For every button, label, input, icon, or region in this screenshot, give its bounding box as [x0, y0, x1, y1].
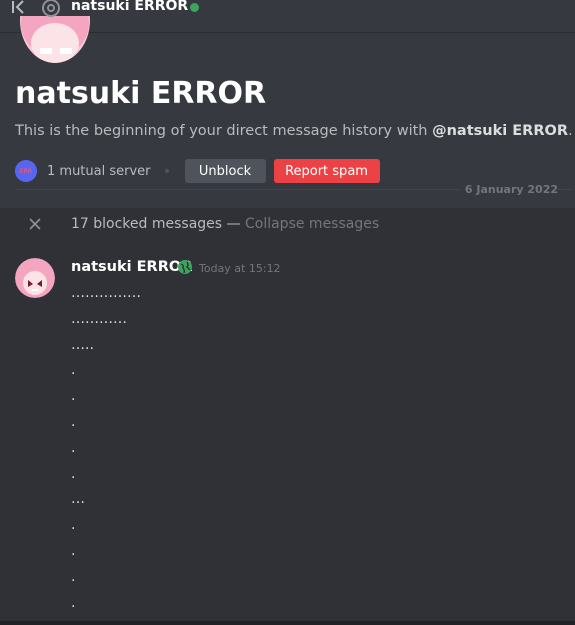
date-divider-label: 6 January 2022 — [458, 183, 558, 196]
message-line: . — [71, 517, 76, 534]
message-line: . — [71, 568, 76, 585]
at-sign-icon — [42, 0, 60, 17]
message-line: … — [71, 491, 85, 508]
message-author-name[interactable]: natsuki ERROR — [71, 259, 192, 275]
blocked-messages-bar: 17 blocked messages — Collapse messages — [28, 214, 379, 234]
report-spam-button[interactable]: Report spam — [273, 159, 380, 183]
separator-dot — [164, 169, 169, 173]
back-icon[interactable] — [10, 0, 26, 15]
intro-handle: @natsuki ERROR — [432, 123, 568, 139]
message-line: . — [71, 388, 76, 405]
blocked-messages-label: 17 blocked messages — Collapse messages — [71, 216, 380, 232]
mutual-actions-row: ERR 1 mutual server Unblock Report spam — [15, 159, 380, 183]
message-author-avatar[interactable] — [15, 258, 55, 298]
message-line: . — [71, 362, 76, 379]
message-line: ………… — [71, 310, 127, 327]
collapse-messages-link[interactable]: Collapse messages — [245, 216, 379, 232]
channel-topbar: natsuki ERROR — [0, 0, 575, 17]
message-line: . — [71, 465, 76, 482]
message-line: . — [71, 594, 76, 611]
message-content: ………………………….......….... — [71, 286, 551, 621]
svg-text:ERR: ERR — [20, 168, 32, 175]
message-line: . — [71, 413, 76, 430]
message-line: …………… — [71, 285, 141, 301]
mutual-server-icon[interactable]: ERR — [15, 160, 37, 182]
dm-header: natsuki ERROR This is the beginning of y… — [0, 0, 575, 208]
message-line: . — [71, 542, 76, 559]
profile-display-name: natsuki ERROR — [15, 76, 267, 111]
intro-text: This is the beginning of your direct mes… — [15, 123, 573, 139]
bottom-edge — [0, 621, 575, 625]
message-line: . — [71, 439, 76, 456]
close-icon[interactable] — [28, 217, 42, 231]
unblock-button[interactable]: Unblock — [184, 159, 266, 183]
message-line: ….. — [71, 336, 94, 353]
message-timestamp: Today at 15:12 — [199, 262, 281, 275]
globe-icon — [178, 260, 192, 274]
online-status-indicator — [190, 3, 199, 12]
mutual-server-link[interactable]: 1 mutual server — [47, 164, 151, 179]
topbar-username: natsuki ERROR — [71, 0, 189, 14]
